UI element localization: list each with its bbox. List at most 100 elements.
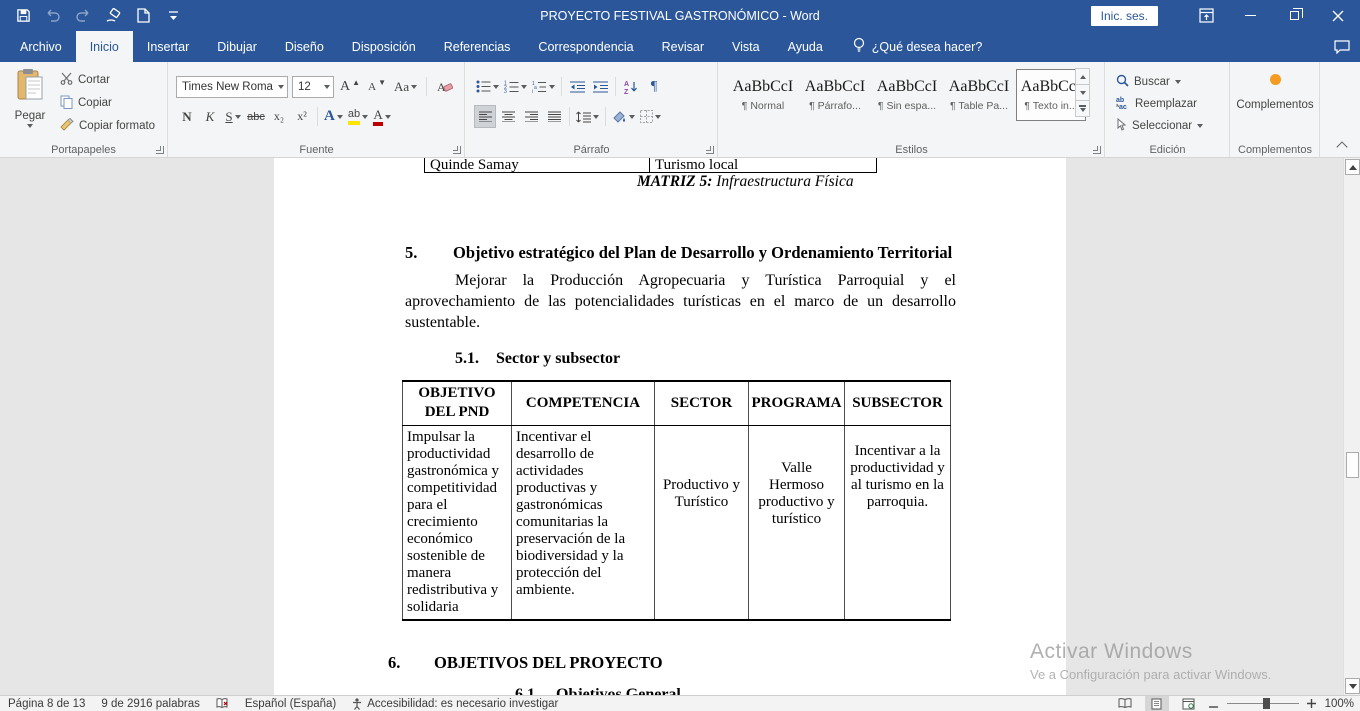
align-center-button[interactable] xyxy=(497,105,519,128)
qat-customize-icon[interactable] xyxy=(160,3,186,29)
borders-button[interactable] xyxy=(638,105,663,128)
style-normal[interactable]: AaBbCcI ¶ Normal xyxy=(728,69,798,121)
matriz5-table: Quinde Samay Turismo local xyxy=(424,158,877,173)
tab-referencias[interactable]: Referencias xyxy=(430,31,525,62)
zoom-slider[interactable] xyxy=(1227,703,1299,704)
find-label: Buscar xyxy=(1134,76,1170,88)
ribbon-display-options-icon[interactable] xyxy=(1184,0,1228,31)
styles-scroll-up[interactable] xyxy=(1075,68,1090,85)
document-page[interactable]: Quinde Samay Turismo local MATRIZ 5: Inf… xyxy=(274,158,1066,695)
copy-icon xyxy=(60,95,73,112)
scroll-up-icon[interactable] xyxy=(1345,159,1360,175)
word-count[interactable]: 9 de 2916 palabras xyxy=(101,698,199,710)
italic-button[interactable]: K xyxy=(199,105,221,128)
copy-button[interactable]: Copiar xyxy=(60,93,112,113)
format-painter-button[interactable]: Copiar formato xyxy=(60,116,155,136)
tab-inicio[interactable]: Inicio xyxy=(76,31,133,62)
accessibility-status[interactable]: Accesibilidad: es necesario investigar xyxy=(352,698,558,710)
grow-font-button[interactable]: A▲ xyxy=(338,75,362,98)
line-spacing-button[interactable] xyxy=(574,105,601,128)
table-cell: Incentivar a la productividad y al turis… xyxy=(845,425,951,620)
tab-dibujar[interactable]: Dibujar xyxy=(203,31,271,62)
superscript-button[interactable]: x² xyxy=(291,105,313,128)
font-color-button[interactable]: A xyxy=(371,105,393,128)
justify-button[interactable] xyxy=(543,105,565,128)
addins-button[interactable]: Complementos xyxy=(1231,74,1319,111)
styles-gallery-more[interactable] xyxy=(1075,100,1090,117)
show-marks-button[interactable]: ¶ xyxy=(643,75,665,98)
group-label-fuente: Fuente xyxy=(169,144,464,156)
numbering-button[interactable]: 123 xyxy=(502,75,529,98)
read-mode-icon[interactable] xyxy=(1113,696,1137,711)
tell-me-box[interactable]: ¿Qué desea hacer? xyxy=(837,31,983,62)
tab-disposicion[interactable]: Disposición xyxy=(338,31,430,62)
text-effects-button[interactable]: A xyxy=(322,105,345,128)
tab-revisar[interactable]: Revisar xyxy=(648,31,718,62)
tab-ayuda[interactable]: Ayuda xyxy=(774,31,837,62)
tab-insertar[interactable]: Insertar xyxy=(133,31,203,62)
find-button[interactable]: Buscar xyxy=(1116,71,1229,92)
select-button[interactable]: Seleccionar xyxy=(1116,115,1229,136)
style-table-paragraph[interactable]: AaBbCcI ¶ Table Pa... xyxy=(944,69,1014,121)
cut-button[interactable]: Cortar xyxy=(60,70,110,90)
fuente-dialog-launcher[interactable] xyxy=(453,146,461,154)
subscript-button[interactable]: x₂ xyxy=(268,105,290,128)
restore-button[interactable] xyxy=(1272,0,1316,31)
decrease-indent-button[interactable] xyxy=(566,75,588,98)
portapapeles-dialog-launcher[interactable] xyxy=(156,146,164,154)
increase-indent-button[interactable] xyxy=(589,75,611,98)
estilos-dialog-launcher[interactable] xyxy=(1093,146,1101,154)
web-layout-icon[interactable] xyxy=(1177,696,1201,711)
scrollbar-thumb[interactable] xyxy=(1346,452,1359,478)
bold-button[interactable]: N xyxy=(176,105,198,128)
bullets-button[interactable] xyxy=(474,75,501,98)
tab-correspondencia[interactable]: Correspondencia xyxy=(524,31,647,62)
language-indicator[interactable]: Español (España) xyxy=(245,698,336,710)
new-document-icon[interactable] xyxy=(130,3,156,29)
vertical-scrollbar[interactable] xyxy=(1343,158,1360,695)
replace-button[interactable]: abac Reemplazar xyxy=(1116,93,1229,114)
highlight-button[interactable]: ab xyxy=(346,105,370,128)
tab-vista[interactable]: Vista xyxy=(718,31,774,62)
multilevel-list-button[interactable]: 1ai xyxy=(530,75,557,98)
tab-diseno[interactable]: Diseño xyxy=(271,31,338,62)
sign-in-button[interactable]: Inic. ses. xyxy=(1091,6,1158,26)
style-parrafo[interactable]: AaBbCcI ¶ Párrafo... xyxy=(800,69,870,121)
zoom-in-icon[interactable] xyxy=(1307,699,1317,709)
font-size-combo[interactable]: 12 xyxy=(292,76,334,98)
collapse-ribbon-icon[interactable] xyxy=(1336,141,1347,152)
shrink-font-button[interactable]: A▼ xyxy=(366,75,388,98)
title-bar: PROYECTO FESTIVAL GASTRONÓMICO - Word In… xyxy=(0,0,1360,31)
font-family-combo[interactable]: Times New Roma xyxy=(176,76,288,98)
replace-icon: abac xyxy=(1116,96,1130,112)
page-indicator[interactable]: Página 8 de 13 xyxy=(8,698,85,710)
minimize-button[interactable] xyxy=(1228,0,1272,31)
zoom-level[interactable]: 100% xyxy=(1325,698,1354,710)
zoom-out-icon[interactable] xyxy=(1209,699,1219,709)
align-left-button[interactable] xyxy=(474,105,496,128)
group-fuente: Times New Roma 12 A▲ A▼ Aa A N K S abc x… xyxy=(169,62,465,157)
zoom-slider-thumb[interactable] xyxy=(1263,698,1270,709)
parrafo-dialog-launcher[interactable] xyxy=(706,146,714,154)
shading-button[interactable] xyxy=(610,105,637,128)
scroll-down-icon[interactable] xyxy=(1345,678,1360,694)
strikethrough-button[interactable]: abc xyxy=(245,105,267,128)
clear-formatting-button[interactable]: A xyxy=(434,75,456,98)
proofing-status[interactable] xyxy=(216,698,229,710)
close-button[interactable] xyxy=(1316,0,1360,31)
print-layout-icon[interactable] xyxy=(1145,696,1169,711)
style-sin-espaciado[interactable]: AaBbCcI ¶ Sin espa... xyxy=(872,69,942,121)
underline-button[interactable]: S xyxy=(222,105,244,128)
styles-scroll-down[interactable] xyxy=(1075,84,1090,101)
sort-button[interactable]: AZ xyxy=(620,75,642,98)
save-icon[interactable] xyxy=(10,3,36,29)
paste-button[interactable]: Pegar xyxy=(8,68,52,136)
font-family-value: Times New Roma xyxy=(182,81,273,93)
group-label-portapapeles: Portapapeles xyxy=(0,144,167,156)
change-case-button[interactable]: Aa xyxy=(392,75,419,98)
eraser-icon[interactable] xyxy=(100,3,126,29)
tab-archivo[interactable]: Archivo xyxy=(6,31,76,62)
align-right-button[interactable] xyxy=(520,105,542,128)
group-parrafo: 123 1ai AZ ¶ xyxy=(466,62,718,157)
feedback-icon[interactable] xyxy=(1334,31,1350,62)
